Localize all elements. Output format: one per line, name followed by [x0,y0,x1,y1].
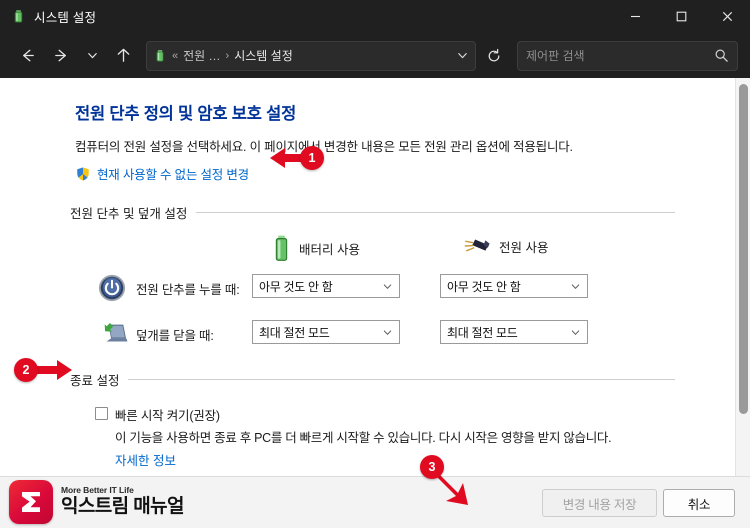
fast-startup-item: 빠른 시작 켜기(권장) 이 기능을 사용하면 종료 후 PC를 더 빠르게 시… [95,405,735,469]
fast-startup-checkbox[interactable] [95,407,108,420]
setting-row-power-button: 전원 단추를 누를 때: 아무 것도 안 함 아무 것도 안 함 [0,270,735,316]
battery-icon [11,9,26,24]
recent-locations-chevron-down-icon[interactable] [78,40,106,72]
power-group-heading: 전원 단추 및 덮개 설정 [70,203,675,222]
power-button-icon [98,274,126,307]
column-header-plugged-label: 전원 사용 [499,240,549,255]
navigation-bar: « 전원 … › 시스템 설정 [0,33,750,78]
watermark-name: 익스트림 매뉴얼 [61,495,184,517]
shield-icon [75,166,91,182]
lid-close-plugged-value: 최대 절전 모드 [447,325,518,340]
search-box[interactable] [517,40,738,71]
power-button-plugged-value: 아무 것도 안 함 [447,279,521,294]
forward-arrow-icon[interactable] [44,40,78,72]
annotation-badge-1: 1 [300,146,324,170]
fast-startup-label: 빠른 시작 켜기(권장) [115,409,220,423]
title-bar: 시스템 설정 [0,0,750,33]
breadcrumb-parent[interactable]: 전원 … [183,47,220,64]
extreme-manual-logo-icon [9,480,53,524]
column-header-plugged-in: 전원 사용 [463,235,548,257]
watermark-logo: More Better IT Life 익스트림 매뉴얼 [9,480,184,524]
watermark-tagline: More Better IT Life [61,485,134,496]
back-arrow-icon[interactable] [10,40,44,72]
window-controls [612,0,750,33]
lid-close-plugged-dropdown[interactable]: 최대 절전 모드 [440,320,588,344]
power-plug-icon [463,235,491,257]
shutdown-group-heading: 종료 설정 [70,370,675,389]
address-chevron-down-icon[interactable] [456,49,469,62]
fast-startup-description: 이 기능을 사용하면 종료 후 PC를 더 빠르게 시작할 수 있습니다. 다시… [115,431,612,445]
power-button-battery-dropdown[interactable]: 아무 것도 안 함 [252,274,400,298]
vertical-scrollbar[interactable] [735,78,750,528]
divider-rule [128,379,675,380]
chevron-down-icon [570,327,581,338]
power-button-battery-value: 아무 것도 안 함 [259,279,333,294]
uac-change-settings-link[interactable]: 현재 사용할 수 없는 설정 변경 [97,164,249,183]
lid-close-battery-value: 최대 절전 모드 [259,325,330,340]
breadcrumb-separator: › [225,49,230,62]
up-arrow-icon[interactable] [106,40,140,72]
breadcrumb-current[interactable]: 시스템 설정 [234,47,293,64]
divider-rule [196,212,675,213]
shutdown-group-heading-text: 종료 설정 [70,374,120,388]
lid-close-row-label: 덮개를 닫을 때: [136,329,214,343]
annotation-marker-2: 2 [14,355,74,385]
annotation-badge-2: 2 [14,358,38,382]
page-title: 전원 단추 정의 및 암호 보호 설정 [75,105,297,123]
chevron-down-icon [382,327,393,338]
annotation-marker-1: 1 [268,143,324,173]
breadcrumb-prefix: « [172,49,179,62]
annotation-badge-3: 3 [420,455,444,479]
save-button[interactable]: 변경 내용 저장 [542,489,657,517]
window-title: 시스템 설정 [34,11,97,25]
laptop-lid-icon [98,320,128,353]
power-button-row-label: 전원 단추를 누를 때: [136,283,240,297]
search-input[interactable] [526,48,714,63]
battery-icon [272,235,291,262]
address-bar[interactable]: « 전원 … › 시스템 설정 [146,40,476,71]
control-panel-window: 시스템 설정 « 전원 … › 시스템 설정 제어판 검색 전원 단추 정의 및… [0,0,750,528]
column-headers: 배터리 사용 전원 사용 [0,230,735,270]
close-button[interactable] [704,0,750,33]
search-icon[interactable] [714,48,729,63]
refresh-icon[interactable] [478,41,510,71]
column-header-battery: 배터리 사용 [272,235,360,262]
power-button-plugged-dropdown[interactable]: 아무 것도 안 함 [440,274,588,298]
breadcrumb-battery-icon [153,49,167,63]
chevron-down-icon [382,281,393,292]
scrollbar-thumb[interactable] [739,84,748,414]
maximize-button[interactable] [658,0,704,33]
chevron-down-icon [570,281,581,292]
content-pane: 전원 단추 정의 및 암호 보호 설정 컴퓨터의 전원 설정을 선택하세요. 이… [0,78,750,528]
power-group-heading-text: 전원 단추 및 덮개 설정 [70,207,188,221]
setting-row-lid-close: 덮개를 닫을 때: 최대 절전 모드 최대 절전 모드 [0,316,735,362]
column-header-battery-label: 배터리 사용 [299,243,360,257]
page-description: 컴퓨터의 전원 설정을 선택하세요. 이 페이지에서 변경한 내용은 모든 전원… [75,140,573,154]
lid-close-battery-dropdown[interactable]: 최대 절전 모드 [252,320,400,344]
annotation-marker-3: 3 [420,455,490,515]
minimize-button[interactable] [612,0,658,33]
cancel-button[interactable]: 취소 [663,489,735,517]
